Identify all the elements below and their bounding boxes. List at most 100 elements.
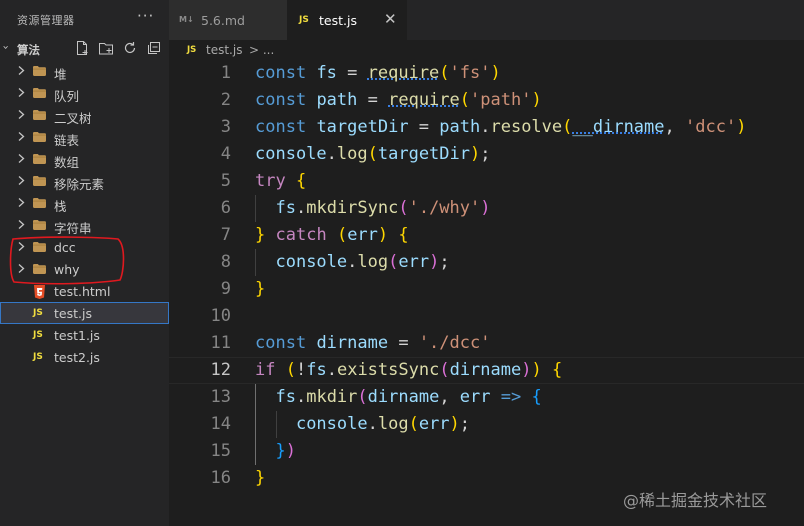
tree-item-label: 栈: [54, 199, 67, 214]
tree-item-label: 字符串: [54, 221, 92, 236]
line-number: 3: [220, 117, 231, 137]
line-number: 7: [220, 225, 231, 245]
indent-guide: [255, 195, 256, 222]
js-file-icon: JS: [299, 15, 309, 25]
file-item-test.html[interactable]: test.html: [0, 280, 169, 302]
explorer-header: 资源管理器 ···: [0, 0, 169, 40]
breadcrumb-file[interactable]: test.js: [206, 43, 242, 57]
new-folder-icon[interactable]: [98, 40, 114, 56]
chevron-right-icon: [16, 152, 26, 165]
file-item-test1.js[interactable]: JS test1.js: [0, 324, 169, 346]
tree-item-label: test.js: [54, 306, 92, 321]
code-line[interactable]: fs.mkdir(dirname, err => {: [255, 384, 541, 411]
code-line[interactable]: const dirname = './dcc': [255, 330, 490, 357]
folder-icon: [33, 110, 46, 120]
code-line[interactable]: }: [255, 276, 265, 303]
breadcrumb-more[interactable]: > ...: [249, 43, 274, 57]
line-number: 15: [210, 441, 231, 461]
line-number: 16: [210, 468, 231, 488]
code-line[interactable]: console.log(err);: [255, 411, 470, 438]
markdown-icon: M↓: [179, 15, 194, 24]
chevron-down-icon: ›: [0, 45, 13, 50]
line-number: 1: [220, 63, 231, 83]
chevron-right-icon: [16, 240, 26, 253]
new-file-icon[interactable]: [74, 40, 90, 56]
chevron-right-icon: [16, 108, 26, 121]
code-line[interactable]: }): [255, 438, 296, 465]
collapse-all-icon[interactable]: [146, 40, 162, 56]
file-item-test2.js[interactable]: JS test2.js: [0, 346, 169, 368]
folder-icon: [33, 88, 46, 98]
line-number: 2: [220, 90, 231, 110]
line-number: 10: [210, 306, 231, 326]
line-number: 14: [210, 414, 231, 434]
folder-icon: [33, 242, 46, 252]
js-file-icon: JS: [33, 330, 43, 340]
tree-item-label: why: [54, 262, 80, 277]
breadcrumb: JS test.js > ...: [169, 40, 804, 60]
watermark: @稀土掘金技术社区: [623, 491, 768, 510]
code-editor[interactable]: 1 2 3 4 5 6 7 8 9 10 11 12 13 14 15 16 const fs = requi…: [169, 60, 804, 526]
chevron-right-icon: [16, 196, 26, 209]
explorer-title: 资源管理器: [17, 14, 75, 27]
line-number: 9: [220, 279, 231, 299]
folder-item-字符串[interactable]: 字符串: [0, 214, 169, 236]
chevron-right-icon: [16, 86, 26, 99]
chevron-right-icon: [16, 218, 26, 231]
tree-item-label: test.html: [54, 284, 111, 299]
line-number: 6: [220, 198, 231, 218]
folder-icon: [33, 220, 46, 230]
folder-item-队列[interactable]: 队列: [0, 82, 169, 104]
indent-guide: [255, 249, 256, 276]
folder-item-移除元素[interactable]: 移除元素: [0, 170, 169, 192]
line-number: 4: [220, 144, 231, 164]
chevron-right-icon: [16, 130, 26, 143]
tree-item-label: 二叉树: [54, 111, 92, 126]
code-line[interactable]: const fs = require('fs'): [255, 60, 501, 87]
code-line[interactable]: } catch (err) {: [255, 222, 409, 249]
folder-icon: [33, 176, 46, 186]
folder-icon: [33, 264, 46, 274]
tab-test-js[interactable]: JS test.js ✕: [287, 0, 407, 40]
line-number: 11: [210, 333, 231, 353]
tree-item-label: 链表: [54, 133, 80, 148]
folder-item-why[interactable]: why: [0, 258, 169, 280]
tree-item-label: 堆: [54, 67, 67, 82]
chevron-right-icon: [16, 174, 26, 187]
file-item-test.js[interactable]: JS test.js: [0, 302, 169, 324]
line-number: 5: [220, 171, 231, 191]
line-number: 8: [220, 252, 231, 272]
folder-icon: [33, 198, 46, 208]
tab-5-6-md[interactable]: M↓ 5.6.md: [169, 0, 287, 40]
chevron-right-icon: [16, 64, 26, 77]
code-line[interactable]: console.log(targetDir);: [255, 141, 491, 168]
folder-item-栈[interactable]: 栈: [0, 192, 169, 214]
close-icon[interactable]: ✕: [384, 10, 397, 28]
folder-icon: [33, 132, 46, 142]
html5-icon: [34, 284, 45, 299]
code-line[interactable]: fs.mkdirSync('./why'): [255, 195, 490, 222]
line-number: 12: [210, 360, 231, 380]
indent-guide-active: [255, 384, 256, 465]
code-line[interactable]: console.log(err);: [255, 249, 449, 276]
code-line[interactable]: const path = require('path'): [255, 87, 542, 114]
more-actions-icon[interactable]: ···: [137, 7, 154, 25]
code-line[interactable]: }: [255, 465, 265, 492]
code-line[interactable]: const targetDir = path.resolve(__dirname…: [255, 114, 746, 141]
folder-item-dcc[interactable]: dcc: [0, 236, 169, 258]
section-label: 算法: [17, 43, 40, 57]
folder-item-数组[interactable]: 数组: [0, 148, 169, 170]
code-line[interactable]: if (!fs.existsSync(dirname)) {: [255, 357, 562, 384]
folder-section-header[interactable]: › 算法: [0, 38, 169, 60]
tree-item-label: 队列: [54, 89, 80, 104]
chevron-right-icon: [16, 262, 26, 275]
tab-label: 5.6.md: [201, 13, 245, 28]
explorer-sidebar: 资源管理器 ··· › 算法 堆队列二叉树链表 数组 移除元素栈字符串 dcc why t…: [0, 0, 169, 526]
folder-item-链表[interactable]: 链表: [0, 126, 169, 148]
code-line[interactable]: try {: [255, 168, 306, 195]
folder-icon: [33, 66, 46, 76]
folder-item-堆[interactable]: 堆: [0, 60, 169, 82]
folder-item-二叉树[interactable]: 二叉树: [0, 104, 169, 126]
tree-item-label: test2.js: [54, 350, 100, 365]
refresh-icon[interactable]: [122, 40, 138, 56]
